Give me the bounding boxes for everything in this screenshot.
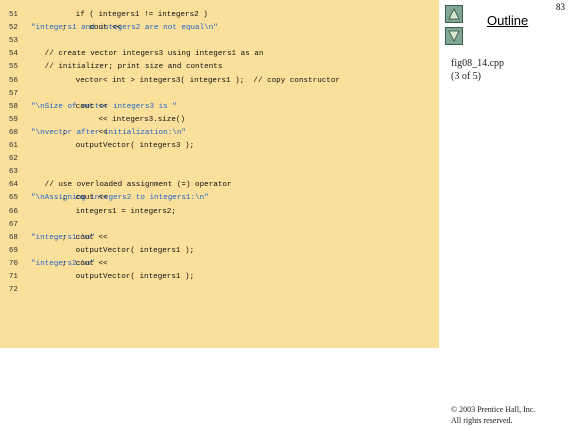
code-segment: << — [62, 128, 113, 137]
code-line: 67 — [0, 219, 435, 232]
line-number: 69 — [8, 246, 18, 255]
triangle-down-icon — [448, 30, 460, 42]
code-segment: cout << — [62, 102, 113, 111]
code-text: // initializer; print size and contents — [31, 61, 223, 74]
line-number: 57 — [8, 89, 18, 98]
code-segment: ; — [62, 194, 67, 203]
line-number: 68 — [8, 233, 18, 242]
line-number: 53 — [8, 37, 18, 46]
line-number: 56 — [8, 76, 18, 85]
line-number: 70 — [8, 259, 18, 268]
code-line: 51 if ( integers1 != integers2 ) — [0, 9, 435, 22]
line-number: 58 — [8, 102, 18, 111]
code-segment: outputVector( integers1 ); — [62, 273, 195, 281]
code-line: 66 integers1 = integers2; — [0, 206, 435, 219]
code-text: // use overloaded assignment (=) operato… — [31, 179, 232, 192]
code-line: 70 cout << "integers2:\n"; — [0, 258, 435, 271]
code-comment: // create vector integers3 using integer… — [31, 50, 264, 59]
code-segment: outputVector( integers1 ); — [62, 246, 195, 255]
code-line: 53 — [0, 35, 435, 48]
code-line: 58 cout << "\nSize of vector integers3 i… — [0, 101, 435, 114]
code-segment: ; — [62, 24, 67, 33]
line-number: 72 — [8, 286, 18, 295]
code-text: << "\nvector after initialization:\n"; — [31, 127, 186, 140]
code-line: 54 // create vector integers3 using inte… — [0, 48, 435, 61]
code-line: 68 cout << "integers1:\n"; — [0, 232, 435, 245]
line-number: 60 — [8, 128, 18, 137]
page-position: (3 of 5) — [451, 71, 481, 82]
code-segment: outputVector( integers3 ); — [62, 142, 195, 150]
file-name: fig08_14.cpp — [451, 58, 505, 69]
code-segment: vector< int > integers3( integers1 ); //… — [62, 76, 340, 85]
previous-slide-button[interactable] — [445, 5, 463, 23]
code-segment: if ( integers1 != integers2 ) — [62, 11, 208, 19]
code-line: 52 cout << "integers1 and integers2 are … — [0, 22, 435, 35]
code-comment: // use overloaded assignment (=) operato… — [31, 181, 232, 190]
line-number: 62 — [8, 155, 18, 164]
page-number: 83 — [556, 2, 565, 12]
code-text: cout << "\nAssigning integers2 to intege… — [31, 192, 209, 205]
code-line: 55 // initializer; print size and conten… — [0, 61, 435, 74]
line-number: 59 — [8, 115, 18, 124]
code-line: 63 — [0, 166, 435, 179]
code-line: 61 outputVector( integers3 ); — [0, 140, 435, 153]
code-line: 64 // use overloaded assignment (=) oper… — [0, 179, 435, 192]
code-line: 56 vector< int > integers3( integers1 );… — [0, 75, 435, 88]
line-number: 64 — [8, 181, 18, 190]
line-number: 55 — [8, 63, 18, 72]
next-slide-button[interactable] — [445, 27, 463, 45]
code-text: // create vector integers3 using integer… — [31, 48, 264, 61]
code-line: 69 outputVector( integers1 ); — [0, 245, 435, 258]
code-text: cout << "integers1 and integers2 are not… — [31, 22, 218, 35]
code-segment: << integers3.size() — [62, 115, 186, 124]
code-text: cout << "\nSize of vector integers3 is " — [31, 101, 177, 114]
code-segment: cout << — [62, 233, 113, 242]
line-number: 52 — [8, 24, 18, 33]
triangle-up-icon — [448, 8, 460, 20]
code-line: 72 — [0, 284, 435, 297]
code-text: cout << "integers2:\n"; — [31, 258, 108, 271]
code-segment: ; — [62, 128, 67, 137]
code-segment: cout << — [62, 24, 126, 33]
line-number: 67 — [8, 220, 18, 229]
code-line: 60 << "\nvector after initialization:\n"… — [0, 127, 435, 140]
code-line: 65 cout << "\nAssigning integers2 to int… — [0, 192, 435, 205]
line-number: 71 — [8, 273, 18, 281]
line-number: 63 — [8, 168, 18, 177]
code-segment: cout << — [62, 259, 113, 268]
code-line: 57 — [0, 88, 435, 101]
code-line: 71 outputVector( integers1 ); — [0, 271, 435, 284]
code-line: 59 << integers3.size() — [0, 114, 435, 127]
code-line: 62 — [0, 153, 435, 166]
string-literal: "\nAssigning integers2 to integers1:\n" — [31, 194, 209, 203]
copyright-notice: © 2003 Prentice Hall, Inc. — [451, 405, 536, 414]
line-number: 66 — [8, 207, 18, 216]
line-number: 61 — [8, 142, 18, 150]
line-number: 65 — [8, 194, 18, 203]
line-number: 51 — [8, 11, 18, 19]
code-text: cout << "integers1:\n"; — [31, 232, 108, 245]
code-segment: ; — [62, 233, 67, 242]
rights-notice: All rights reserved. — [451, 416, 513, 425]
line-number: 54 — [8, 50, 18, 59]
code-segment: cout << — [62, 194, 113, 203]
code-listing-panel: 51 if ( integers1 != integers2 ) 52 cout … — [0, 0, 439, 348]
code-comment: // initializer; print size and contents — [31, 63, 223, 72]
code-segment: integers1 = integers2; — [62, 207, 176, 216]
code-segment: ; — [62, 259, 67, 268]
outline-link[interactable]: Outline — [487, 13, 528, 28]
